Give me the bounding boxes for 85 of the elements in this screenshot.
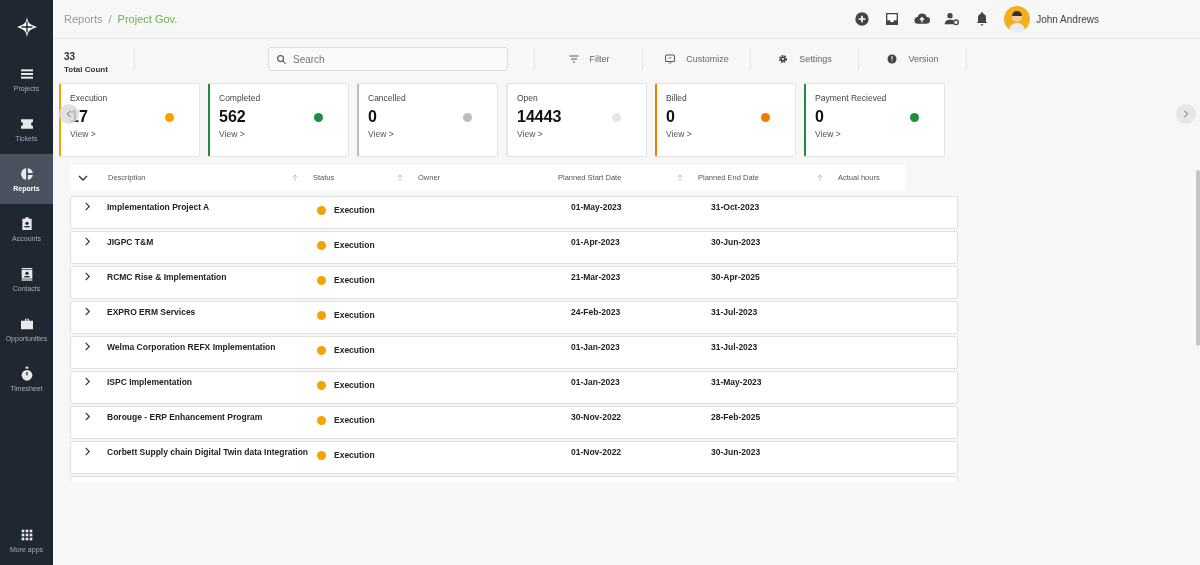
- description-cell-text: Welma Corporation REFX Implementation: [107, 342, 277, 352]
- view-link[interactable]: View >: [517, 129, 543, 139]
- view-link[interactable]: View >: [666, 129, 692, 139]
- card-title: Open: [517, 93, 539, 103]
- end-date-cell-text: 31-Jul-2023: [711, 307, 759, 317]
- view-link[interactable]: View >: [815, 129, 841, 139]
- status-cell: Execution: [334, 240, 375, 250]
- end-date-cell-text: 31-Oct-2023: [711, 202, 761, 212]
- table-row[interactable]: RCMC Rise & Implementation Execution 21-Mar-2023 30-Apr-2025: [70, 266, 958, 299]
- status-cell: Execution: [334, 205, 375, 215]
- description-cell-text: RCMC Rise & Implementation: [107, 272, 228, 282]
- user-name[interactable]: John Andrews: [1036, 13, 1099, 25]
- add-icon[interactable]: [854, 11, 871, 27]
- end-date-cell-text: 31-May-2023: [711, 377, 763, 387]
- card-title: Completed: [219, 93, 262, 103]
- table-row[interactable]: EXPRO ERM Services Execution 24-Feb-2023 31-Jul-2023: [70, 301, 958, 334]
- status-cell: Execution: [334, 275, 375, 285]
- table-row[interactable]: ISPC Implementation Execution 01-Jan-2023 31-May-2023: [70, 371, 958, 404]
- description-cell-text: Implementation Project A: [107, 202, 211, 212]
- ticket-icon: [18, 116, 35, 132]
- end-date-cell-text: 30-Jun-2023: [711, 237, 762, 247]
- end-date-cell-text: 28-Feb-2025: [711, 412, 762, 422]
- end-date-cell-text: 30-Jun-2023: [711, 447, 762, 457]
- start-date-cell-text: 01-May-2023: [571, 202, 623, 212]
- table-row[interactable]: Welma Corporation REFX Implementation Execution 01-Jan-2023 31-Jul-2023: [70, 336, 958, 369]
- toolbar-button[interactable]: Customize: [643, 52, 750, 66]
- monitor-icon: [664, 53, 677, 65]
- view-link[interactable]: View >: [219, 129, 245, 139]
- status-cell: Execution: [334, 380, 375, 390]
- status-cell: Execution: [334, 450, 375, 460]
- card-count: 562: [219, 108, 246, 126]
- card-count: 17: [70, 108, 88, 126]
- search-field[interactable]: Search: [268, 47, 508, 71]
- view-link[interactable]: View >: [368, 129, 394, 139]
- toolbar-button[interactable]: Settings: [751, 52, 858, 66]
- start-date-cell-text: 24-Feb-2023: [571, 307, 622, 317]
- start-date-cell-text: 01-Apr-2023: [571, 237, 621, 247]
- pie-chart-icon: [18, 166, 35, 182]
- end-date-cell-text: 31-Jul-2023: [711, 342, 759, 352]
- view-link[interactable]: View >: [70, 129, 96, 139]
- description-cell-text: Corbett Supply chain Digital Twin data Integration: [107, 447, 310, 457]
- chevron-right-icon: [1182, 110, 1190, 118]
- scrollbar[interactable]: [1196, 170, 1200, 346]
- card-title: Execution: [70, 93, 109, 103]
- toolbar-button[interactable]: Filter: [535, 52, 642, 66]
- table-row[interactable]: Corbett Supply chain Digital Twin data Integration Execution 01-Nov-2022 30-Jun-2023: [70, 441, 958, 474]
- status-cell: Execution: [334, 345, 375, 355]
- breadcrumb-separator: /: [108, 13, 112, 25]
- description-cell-text: ISPC Implementation: [107, 377, 193, 387]
- card-title: Payment Recieved: [815, 93, 888, 103]
- end-date-cell-text: 30-Apr-2025: [711, 272, 761, 282]
- card-count: 0: [815, 108, 824, 126]
- status-cell: Execution: [334, 310, 375, 320]
- table-row[interactable]: JIGPC T&M Execution 01-Apr-2023 30-Jun-2023: [70, 231, 958, 264]
- inbox-icon[interactable]: [884, 11, 901, 27]
- start-date-cell-text: 30-Nov-2022: [571, 412, 623, 422]
- card-count: 0: [368, 108, 377, 126]
- briefcase-icon: [18, 316, 35, 332]
- description-cell-text: Borouge - ERP Enhancement Program: [107, 412, 264, 422]
- user-settings-icon[interactable]: [944, 11, 961, 27]
- total-count-label: Total Count: [64, 64, 109, 74]
- start-date-cell-text: 01-Nov-2022: [571, 447, 623, 457]
- card-title: Cancelled: [368, 93, 407, 103]
- table-row[interactable]: Borouge - ERP Enhancement Program Execution 30-Nov-2022 28-Feb-2025: [70, 406, 958, 439]
- search-icon: [276, 54, 287, 65]
- status-cell: Execution: [334, 415, 375, 425]
- menu-lines-icon: [18, 66, 35, 82]
- toolbar-button[interactable]: Version: [859, 52, 966, 66]
- avatar-icon[interactable]: [1004, 6, 1031, 32]
- table-row[interactable]: Implementation Project A Execution 01-May-2023 31-Oct-2023: [70, 196, 958, 229]
- card-count: 14443: [517, 108, 562, 126]
- card-count: 0: [666, 108, 675, 126]
- cloud-upload-icon[interactable]: [914, 11, 931, 27]
- description-cell-text: JIGPC T&M: [107, 237, 155, 247]
- start-date-cell-text: 01-Jan-2023: [571, 377, 621, 387]
- total-count: 33: [64, 50, 77, 62]
- start-date-cell-text: 21-Mar-2023: [571, 272, 622, 282]
- settings-icon: [777, 53, 790, 65]
- info-icon: [886, 53, 899, 65]
- filter-icon: [567, 53, 580, 65]
- logo-icon: [15, 16, 38, 38]
- start-date-cell-text: 01-Jan-2023: [571, 342, 621, 352]
- card-title: Billed: [666, 93, 688, 103]
- description-cell-text: EXPRO ERM Services: [107, 307, 197, 317]
- chevron-left-icon: [65, 110, 73, 118]
